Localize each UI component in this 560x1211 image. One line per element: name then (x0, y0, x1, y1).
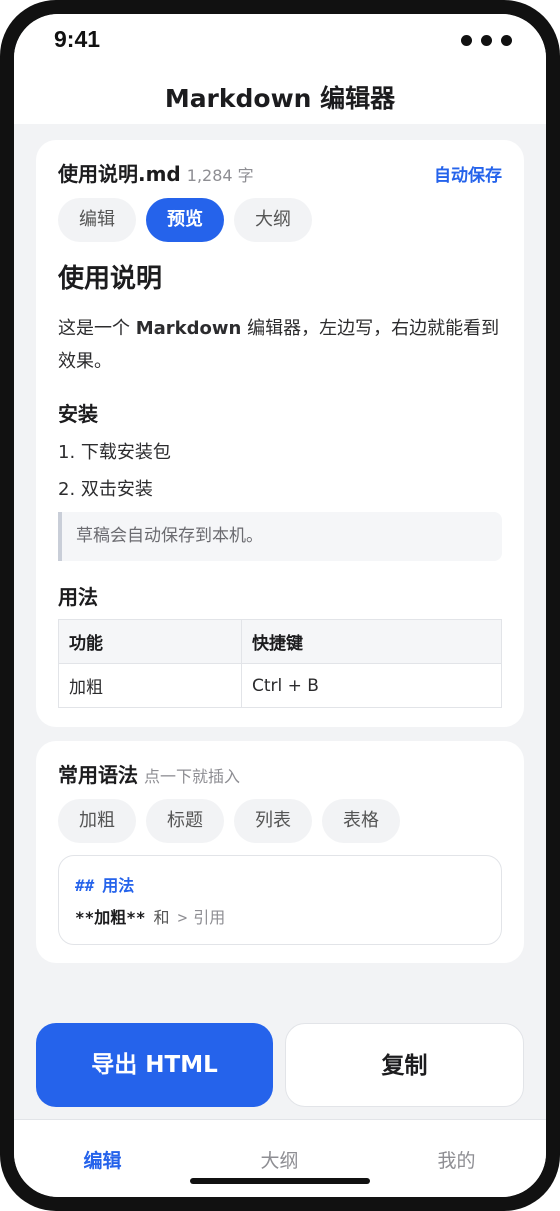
chip-heading[interactable]: 标题 (146, 799, 224, 843)
bottom-tab-bar: 编辑 大纲 我的 (14, 1119, 546, 1197)
status-dot-icon (501, 35, 512, 46)
tab-profile[interactable]: 我的 (368, 1146, 545, 1173)
snippet-line-heading: ## 用法 (75, 872, 134, 896)
table-row: 加粗 Ctrl + B (58, 663, 502, 708)
heading-marker: ## (75, 876, 95, 895)
heading-marker-text: 用法 (102, 876, 135, 895)
preview-paragraph: 这是一个 Markdown 编辑器，左边写，右边就能看到效果。 (58, 312, 502, 378)
chip-bold[interactable]: 加粗 (58, 799, 136, 843)
tab-edit[interactable]: 编辑 (14, 1146, 191, 1173)
bold-token: **加粗** (75, 908, 146, 927)
status-dot-icon (481, 35, 492, 46)
copy-button[interactable]: 复制 (285, 1023, 524, 1107)
preview-heading-1: 使用说明 (58, 264, 163, 294)
intro-bold-text: Markdown (135, 318, 242, 339)
quote-label: 引用 (193, 908, 226, 927)
syntax-chips: 加粗 标题 列表 表格 (58, 799, 400, 843)
syntax-title: 常用语法 (58, 763, 138, 787)
status-icons (461, 35, 512, 46)
quote-marker: > (177, 908, 188, 927)
screen: 9:41 Markdown 编辑器 使用说明.md 1,284 字 自动保存 编辑… (14, 14, 546, 1197)
intro-text-before: 这是一个 (58, 318, 130, 339)
syntax-header: 常用语法 点一下就插入 (58, 759, 240, 788)
page-title: Markdown 编辑器 (164, 84, 396, 113)
snippet-line-inline: **加粗** 和 > 引用 (75, 904, 225, 928)
syntax-card: 常用语法 点一下就插入 加粗 标题 列表 表格 ## 用法 **加粗** 和 > 引用 (36, 741, 524, 963)
word-count: 1,284 字 (186, 166, 254, 185)
editor-card: 使用说明.md 1,284 字 自动保存 编辑 预览 大纲 使用说明 这是一个 M… (36, 140, 524, 727)
table-cell: Ctrl + B (241, 663, 502, 708)
status-time: 9:41 (54, 26, 101, 52)
syntax-hint: 点一下就插入 (144, 767, 241, 786)
preview-blockquote: 草稿会自动保存到本机。 (58, 512, 502, 561)
table-header-cell: 快捷键 (241, 619, 502, 664)
status-bar: 9:41 (14, 14, 546, 66)
table-header-cell: 功能 (58, 619, 242, 664)
file-info-row: 使用说明.md 1,284 字 自动保存 (58, 158, 502, 188)
mode-tab-preview[interactable]: 预览 (146, 198, 224, 242)
snippet-and: 和 (153, 908, 170, 927)
chip-table[interactable]: 表格 (322, 799, 400, 843)
file-name: 使用说明.md (58, 162, 181, 186)
autosave-toggle[interactable]: 自动保存 (434, 161, 502, 186)
preview-table: 功能 快捷键 加粗 Ctrl + B (58, 619, 502, 708)
preview-heading-usage: 用法 (58, 585, 98, 609)
preview-ordered-list: 1. 下载安装包 2. 双击安装 (58, 438, 502, 512)
mode-switcher: 编辑 预览 大纲 (58, 198, 312, 242)
home-indicator[interactable] (190, 1178, 370, 1184)
list-item: 1. 下载安装包 (58, 442, 171, 463)
markdown-preview: 使用说明 这是一个 Markdown 编辑器，左边写，右边就能看到效果。 安装 … (58, 258, 502, 708)
table-header-row: 功能 快捷键 (58, 619, 502, 664)
table-cell: 加粗 (58, 663, 242, 708)
tab-outline[interactable]: 大纲 (191, 1146, 368, 1173)
chip-list[interactable]: 列表 (234, 799, 312, 843)
syntax-snippet-box: ## 用法 **加粗** 和 > 引用 (58, 855, 502, 945)
preview-heading-install: 安装 (58, 402, 98, 426)
status-dot-icon (461, 35, 472, 46)
phone-frame: 9:41 Markdown 编辑器 使用说明.md 1,284 字 自动保存 编辑… (0, 0, 560, 1211)
mode-tab-edit[interactable]: 编辑 (58, 198, 136, 242)
mode-tab-outline[interactable]: 大纲 (234, 198, 312, 242)
nav-header: Markdown 编辑器 (14, 66, 546, 124)
export-html-button[interactable]: 导出 HTML (36, 1023, 273, 1107)
list-item: 2. 双击安装 (58, 479, 153, 500)
